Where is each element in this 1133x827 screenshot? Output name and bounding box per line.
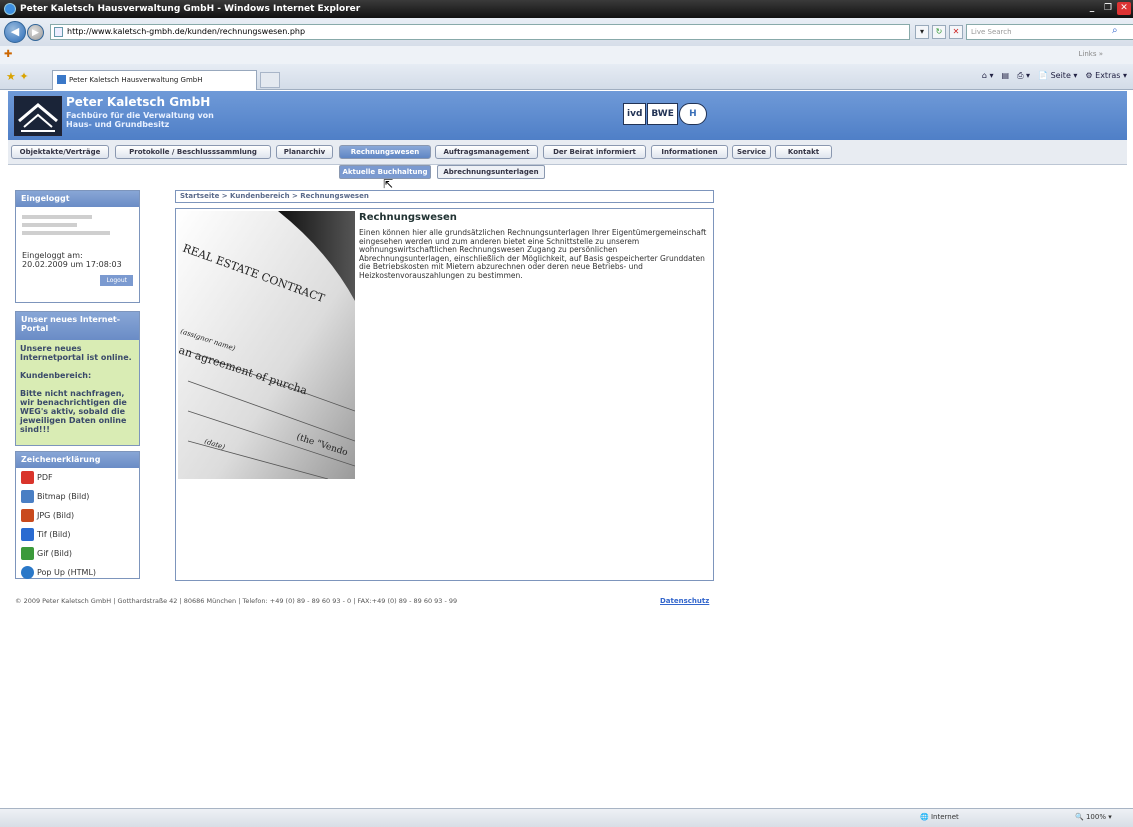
legend-box-title: Zeichenerklärung bbox=[16, 452, 139, 468]
datenschutz-link[interactable]: Datenschutz bbox=[660, 597, 709, 605]
forward-button[interactable]: ▶ bbox=[27, 23, 44, 41]
breadcrumb[interactable]: Startseite > Kundenbereich > Rechnungswe… bbox=[175, 190, 714, 203]
bitmap-icon bbox=[21, 490, 34, 503]
main-nav: Objektakte/Verträge Protokolle / Beschlu… bbox=[8, 140, 1127, 165]
legend-box: Zeichenerklärung PDF Bitmap (Bild) JPG (… bbox=[15, 451, 140, 579]
home-icon[interactable]: ⌂ ▾ bbox=[982, 71, 994, 81]
minimize-icon[interactable]: _ bbox=[1085, 2, 1099, 15]
gif-icon bbox=[21, 547, 34, 560]
search-icon[interactable]: ⌕ bbox=[1112, 25, 1118, 36]
portal-text-1: Unsere neues Internetportal ist online. bbox=[20, 344, 132, 362]
login-box: Eingeloggt Eingeloggt am: 20.02.2009 um … bbox=[15, 190, 140, 303]
nav-service[interactable]: Service bbox=[732, 145, 771, 159]
restore-icon[interactable]: ❐ bbox=[1101, 2, 1115, 15]
legend-pdf: PDF bbox=[16, 468, 139, 487]
subnav-abrechnungsunterlagen[interactable]: Abrechnungsunterlagen bbox=[437, 165, 545, 179]
nav-protokolle[interactable]: Protokolle / Beschlusssammlung bbox=[115, 145, 271, 159]
window-title: Peter Kaletsch Hausverwaltung GmbH - Win… bbox=[20, 4, 361, 14]
command-bar: ⌂ ▾ ▤ ⎙ ▾ 📄 Seite ▾ ⚙ Extras ▾ bbox=[982, 71, 1127, 81]
company-logo[interactable] bbox=[14, 96, 62, 136]
web-page: Peter Kaletsch GmbH Fachbüro für die Ver… bbox=[0, 91, 1133, 807]
portal-text-3: Bitte nicht nachfragen, wir benachrichti… bbox=[20, 389, 127, 434]
legend-gif: Gif (Bild) bbox=[16, 544, 139, 563]
h-logo: H bbox=[678, 103, 707, 125]
user-name-redacted bbox=[22, 215, 92, 219]
dropdown-icon[interactable]: ▾ bbox=[915, 25, 929, 39]
add-favorite-icon[interactable]: ✚ bbox=[4, 49, 12, 60]
company-subtitle: Fachbüro für die Verwaltung von Haus- un… bbox=[66, 111, 214, 129]
portal-box-title: Unser neues Internet-Portal bbox=[16, 312, 139, 340]
bwe-logo: BWE bbox=[647, 103, 678, 125]
print-icon[interactable]: ⎙ ▾ bbox=[1017, 71, 1030, 81]
tif-icon bbox=[21, 528, 34, 541]
url-field[interactable]: http://www.kaletsch-gmbh.de/kunden/rechn… bbox=[50, 24, 910, 40]
feeds-icon[interactable]: ▤ bbox=[1002, 71, 1010, 81]
address-actions: ▾ ↻ ✕ Live Search bbox=[915, 24, 1133, 40]
nav-kontakt[interactable]: Kontakt bbox=[775, 145, 832, 159]
tab-title: Peter Kaletsch Hausverwaltung GmbH bbox=[69, 76, 203, 84]
new-tab-button[interactable] bbox=[260, 72, 280, 88]
nav-informationen[interactable]: Informationen bbox=[651, 145, 728, 159]
portal-text-2: Kundenbereich: bbox=[20, 371, 92, 380]
legend-popup: Pop Up (HTML) bbox=[16, 563, 139, 582]
security-zone[interactable]: 🌐 Internet bbox=[920, 813, 959, 821]
window-titlebar: Peter Kaletsch Hausverwaltung GmbH - Win… bbox=[0, 0, 1133, 18]
favorites-star-icon[interactable]: ★ ✦ bbox=[6, 70, 29, 83]
legend-jpg: JPG (Bild) bbox=[16, 506, 139, 525]
page-icon bbox=[54, 27, 63, 37]
ivd-logo: ivd bbox=[623, 103, 647, 125]
footer-text: © 2009 Peter Kaletsch GmbH | Gotthardstr… bbox=[15, 597, 458, 605]
ie-icon bbox=[4, 3, 16, 15]
association-logos: ivd BWE H bbox=[623, 103, 707, 125]
popup-html-icon bbox=[21, 566, 34, 579]
url-text: http://www.kaletsch-gmbh.de/kunden/rechn… bbox=[67, 27, 306, 36]
window-controls: _ ❐ ✕ bbox=[1085, 2, 1131, 15]
main-content: REAL ESTATE CONTRACT (assignor name) an … bbox=[175, 208, 714, 581]
refresh-icon[interactable]: ↻ bbox=[932, 25, 946, 39]
portal-box: Unser neues Internet-Portal Unsere neues… bbox=[15, 311, 140, 446]
tab-favicon-icon bbox=[57, 75, 66, 84]
zoom-level[interactable]: 🔍 100% ▾ bbox=[1075, 813, 1112, 821]
nav-rechnungswesen[interactable]: Rechnungswesen bbox=[339, 145, 431, 159]
search-input[interactable]: Live Search bbox=[966, 24, 1133, 40]
back-button[interactable]: ◀ bbox=[4, 21, 26, 43]
logout-button[interactable]: Logout bbox=[100, 275, 133, 286]
legend-tif: Tif (Bild) bbox=[16, 525, 139, 544]
content-title: Rechnungswesen bbox=[359, 212, 457, 223]
legend-bitmap: Bitmap (Bild) bbox=[16, 487, 139, 506]
user-address-redacted bbox=[22, 231, 110, 235]
company-name: Peter Kaletsch GmbH bbox=[66, 95, 211, 109]
status-bar: 🌐 Internet 🔍 100% ▾ bbox=[0, 808, 1133, 827]
login-box-title: Eingeloggt bbox=[16, 191, 139, 207]
stop-icon[interactable]: ✕ bbox=[949, 25, 963, 39]
nav-objektakte[interactable]: Objektakte/Verträge bbox=[11, 145, 109, 159]
site-header: Peter Kaletsch GmbH Fachbüro für die Ver… bbox=[8, 91, 1127, 140]
extras-menu[interactable]: ⚙ Extras ▾ bbox=[1085, 71, 1127, 81]
jpg-icon bbox=[21, 509, 34, 522]
close-icon[interactable]: ✕ bbox=[1117, 2, 1131, 15]
favorites-bar: ✚ Links » bbox=[0, 46, 1133, 64]
content-text: Einen können hier alle grundsätzlichen R… bbox=[359, 228, 707, 280]
address-bar-row: ◀ ▶ http://www.kaletsch-gmbh.de/kunden/r… bbox=[0, 18, 1133, 46]
login-date-label: Eingeloggt am: bbox=[22, 251, 83, 260]
login-date-value: 20.02.2009 um 17:08:03 bbox=[22, 260, 122, 269]
browser-tab[interactable]: Peter Kaletsch Hausverwaltung GmbH bbox=[52, 70, 257, 90]
nav-planarchiv[interactable]: Planarchiv bbox=[276, 145, 333, 159]
nav-auftragsmanagement[interactable]: Auftragsmanagement bbox=[435, 145, 538, 159]
house-logo-icon bbox=[15, 97, 61, 135]
pdf-icon bbox=[21, 471, 34, 484]
mouse-cursor-icon: ⇱ bbox=[383, 177, 394, 191]
user-info-redacted bbox=[22, 223, 77, 227]
contract-photo: REAL ESTATE CONTRACT (assignor name) an … bbox=[178, 211, 355, 479]
links-label[interactable]: Links » bbox=[1079, 50, 1104, 58]
page-menu[interactable]: 📄 Seite ▾ bbox=[1038, 71, 1077, 81]
nav-beirat[interactable]: Der Beirat informiert bbox=[543, 145, 646, 159]
contract-photo-image: REAL ESTATE CONTRACT (assignor name) an … bbox=[178, 211, 355, 479]
tab-row: ★ ✦ Peter Kaletsch Hausverwaltung GmbH ⌂… bbox=[0, 64, 1133, 90]
